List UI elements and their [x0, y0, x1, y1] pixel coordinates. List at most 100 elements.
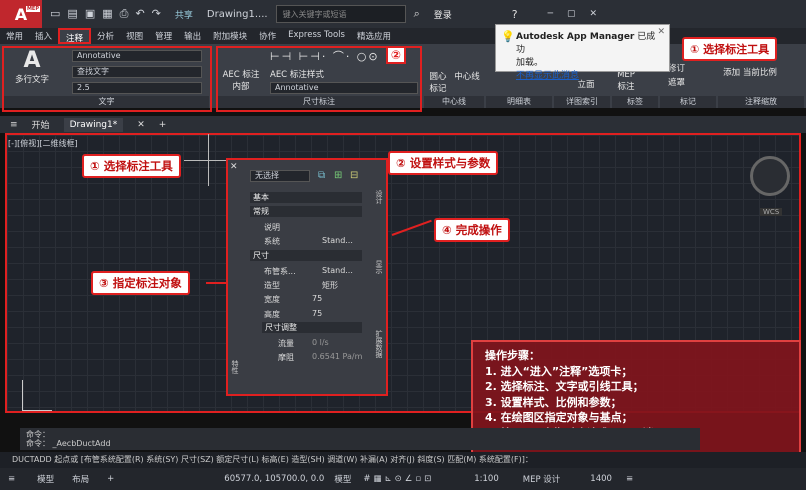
close-icon[interactable]: ✕ — [590, 9, 598, 19]
tab-home[interactable]: 常用 — [0, 28, 29, 44]
centerline-button[interactable]: 中心线 — [452, 70, 482, 82]
toast-close-icon[interactable]: ✕ — [657, 27, 665, 37]
shape-value[interactable]: 矩形 — [322, 280, 338, 291]
maximize-icon[interactable]: ▢ — [567, 9, 576, 19]
dont-show-again-link[interactable]: 不再显示此消息 — [516, 68, 663, 81]
command-input[interactable]: DUCTADD 起点或 [布管系统配置(R) 系统(SY) 尺寸(SZ) 额定尺… — [0, 452, 806, 468]
tab-close-icon[interactable]: ✕ — [137, 120, 145, 130]
system-value[interactable]: Stand... — [322, 236, 353, 245]
share-button[interactable]: 共享 — [175, 8, 193, 21]
dim-tools-row[interactable]: ⊢⊣ ⊢⊣· ⌒· ○⊙ — [270, 48, 380, 64]
quick-select-icon[interactable]: ⧉ — [318, 170, 325, 181]
drafting-aids-icons[interactable]: #▦⊾⊙∠▫⊡ — [363, 474, 434, 484]
callout-2-ribbon: ② — [386, 46, 406, 64]
app-logo[interactable]: A MEP — [0, 0, 42, 28]
elevation-value[interactable]: 1400 — [590, 474, 612, 484]
section-dims[interactable]: 尺寸 — [250, 250, 362, 261]
wcs-label[interactable]: WCS — [760, 208, 783, 216]
display-tab[interactable]: 显示 — [374, 260, 384, 274]
login-button[interactable]: 登录 — [434, 8, 452, 21]
callout-1: ① 选择标注工具 — [82, 154, 181, 178]
app-manager-toast: 💡 ✕ Autodesk App Manager 已成功 加载。 不再显示此消息 — [495, 24, 670, 81]
tab-insert[interactable]: 插入 — [29, 28, 58, 44]
extended-data-tab[interactable]: 扩展数据 — [374, 330, 384, 358]
layout-tab[interactable]: 布局 — [72, 473, 89, 485]
design-tab[interactable]: 设计 — [374, 190, 384, 204]
tab-view[interactable]: 视图 — [120, 28, 149, 44]
tab-start[interactable]: 开始 — [32, 118, 50, 131]
step-3: 3. 设置样式、比例和参数； — [485, 395, 622, 409]
undo-icon[interactable]: ↶ — [135, 7, 144, 21]
text-panel-label: 文字 — [4, 96, 209, 108]
model-tab[interactable]: 模型 — [37, 473, 54, 485]
status-menu-icon[interactable]: ≡ — [8, 474, 15, 484]
section-basic[interactable]: 基本 — [250, 192, 362, 203]
selection-select[interactable]: 无选择 — [250, 170, 310, 182]
menu-icon[interactable]: ≡ — [10, 120, 18, 130]
height-value[interactable]: 75 — [312, 309, 322, 318]
layout-value[interactable]: Stand... — [322, 266, 353, 275]
wipeout-button[interactable]: 遮罩 — [668, 76, 708, 88]
customize-icon[interactable]: ≡ — [626, 474, 633, 484]
revise-button[interactable]: 修订 — [668, 62, 708, 74]
toggle-pickadd-icon[interactable]: ⊟ — [350, 170, 358, 181]
saveas-icon[interactable]: ▦ — [102, 7, 112, 21]
new-tab-icon[interactable]: + — [159, 120, 167, 130]
annotation-scaling-panel-label: 注释缩放 — [718, 96, 804, 108]
annotation-scale[interactable]: 1:100 — [474, 474, 499, 484]
coordinates-readout: 60577.0, 105700.0, 0.0 — [224, 474, 325, 484]
model-space-button[interactable]: 模型 — [334, 473, 351, 485]
tab-drawing1[interactable]: Drawing1* — [63, 117, 124, 132]
height-label: 高度 — [264, 310, 280, 319]
search-icon[interactable]: ⌕ — [414, 7, 420, 21]
tab-annotate[interactable]: 注释 — [58, 28, 92, 44]
viewport-label[interactable]: [-][俯视][二维线框] — [8, 138, 78, 149]
tab-manage[interactable]: 管理 — [149, 28, 178, 44]
lightbulb-icon: 💡 — [501, 30, 515, 43]
mark-panel-label: 标记 — [660, 96, 716, 108]
desc-label: 说明 — [264, 223, 280, 232]
system-label: 系统 — [264, 237, 280, 246]
open-icon[interactable]: ▤ — [67, 7, 77, 21]
dim-panel-label: 尺寸标注 — [218, 96, 420, 108]
redo-icon[interactable]: ↷ — [152, 7, 161, 21]
tab-express-tools[interactable]: Express Tools — [282, 28, 351, 44]
tab-featured-apps[interactable]: 精选应用 — [351, 28, 397, 44]
add-layout-icon[interactable]: + — [107, 474, 114, 484]
center-mark-button[interactable]: 圆心标记 — [426, 70, 450, 94]
tab-output[interactable]: 输出 — [178, 28, 207, 44]
palette-close-icon[interactable]: ✕ — [230, 162, 238, 172]
properties-tab: 特性 — [231, 360, 239, 374]
search-input[interactable]: 键入关键字或短语 — [275, 5, 406, 23]
friction-value[interactable]: 0.6541 Pa/m — [312, 352, 362, 361]
add-current-scale-button[interactable]: 添加 当前比例 — [722, 66, 778, 78]
multiline-text-button[interactable]: A 多行文字 — [8, 48, 56, 85]
workspace-switch[interactable]: MEP 设计 — [523, 473, 561, 485]
find-text-input[interactable]: 查找文字 — [72, 66, 202, 78]
tab-collaborate[interactable]: 协作 — [253, 28, 282, 44]
help-icon[interactable]: ? — [512, 8, 518, 21]
steps-title: 操作步骤： — [485, 349, 540, 362]
tags-panel-label: 标签 — [612, 96, 658, 108]
aec-dim-inner-button[interactable]: AEC 标注 内部 — [220, 68, 262, 92]
tab-addins[interactable]: 附加模块 — [207, 28, 253, 44]
text-style-select[interactable]: Annotative — [72, 50, 202, 62]
viewcube-icon[interactable] — [750, 156, 790, 196]
width-value[interactable]: 75 — [312, 294, 322, 303]
dim-style-select[interactable]: Annotative — [270, 82, 418, 94]
print-icon[interactable]: ⎙ — [120, 7, 129, 21]
aec-dim-style-button[interactable]: AEC 标注样式 — [270, 68, 400, 80]
section-size-adjust[interactable]: 尺寸调整 — [262, 322, 362, 333]
callout-1-ribbon: ① 选择标注工具 — [682, 37, 778, 61]
section-general[interactable]: 常规 — [250, 206, 362, 217]
tab-analyze[interactable]: 分析 — [91, 28, 120, 44]
text-height-select[interactable]: 2.5 — [72, 82, 202, 94]
minimize-icon[interactable]: ─ — [548, 9, 553, 19]
properties-palette[interactable]: ✕ 无选择 ⧉ ⊞ ⊟ 设计 显示 扩展数据 特性 基本 常规 说明 系统 St… — [226, 158, 388, 396]
callout-4: ④ 完成操作 — [434, 218, 510, 242]
save-icon[interactable]: ▣ — [85, 7, 95, 21]
flow-value[interactable]: 0 l/s — [312, 338, 329, 347]
new-icon[interactable]: ▭ — [50, 7, 60, 21]
select-objects-icon[interactable]: ⊞ — [334, 170, 342, 181]
callout-panel-label: 详图索引 — [554, 96, 610, 108]
